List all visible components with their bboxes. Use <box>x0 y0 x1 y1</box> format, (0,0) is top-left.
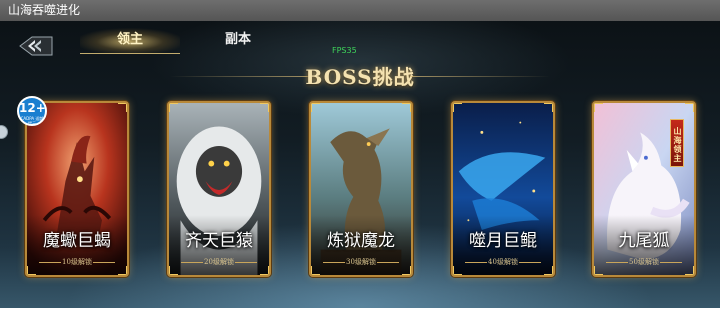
fps-counter: FPS35 <box>332 46 357 55</box>
frame-corner <box>169 266 178 275</box>
window-title: 山海吞噬进化 <box>0 0 720 21</box>
age-rating-caption: CADPA 适龄提示 <box>20 116 44 126</box>
boss-card-kun[interactable]: 噬月巨鲲 40级解锁 <box>451 101 555 277</box>
title-divider-right <box>410 76 550 77</box>
boss-name: 炼狱魔龙 <box>327 231 395 251</box>
frame-corner <box>402 266 411 275</box>
frame-corner <box>453 266 462 275</box>
frame-corner <box>169 103 178 112</box>
unlock-divider <box>235 262 257 263</box>
back-button[interactable] <box>18 35 54 57</box>
unlock-divider <box>377 262 399 263</box>
frame-corner <box>594 266 603 275</box>
tab-lord[interactable]: 领主 <box>80 28 180 54</box>
boss-name: 九尾狐 <box>618 231 670 251</box>
boss-card-dragon[interactable]: 炼狱魔龙 30级解锁 <box>309 101 413 277</box>
frame-corner <box>27 266 36 275</box>
boss-card-scorpion[interactable]: 魔蠍巨蝎 10级解锁 <box>25 101 129 277</box>
boss-name: 噬月巨鲲 <box>469 231 537 251</box>
frame-corner <box>685 103 694 112</box>
game-scene: 领主 副本 FPS35 BOSS挑战 12+ CADPA 适龄提示 魔蠍巨蝎 1… <box>0 21 720 322</box>
frame-corner <box>118 103 127 112</box>
frame-corner <box>544 103 553 112</box>
boss-card-ape[interactable]: 齐天巨猿 20级解锁 <box>167 101 271 277</box>
boss-name: 魔蠍巨蝎 <box>43 231 111 251</box>
boss-card-fox[interactable]: 山海领主 九尾狐 50级解锁 <box>592 101 696 277</box>
age-rating-number: 12+ <box>19 101 46 115</box>
frame-corner <box>685 266 694 275</box>
unlock-divider <box>660 262 682 263</box>
app-window: 山海吞噬进化 领主 副本 FPS35 BOSS挑战 12+ CADPA 适龄提示 <box>0 0 720 322</box>
frame-corner <box>311 103 320 112</box>
side-drawer-handle[interactable] <box>0 125 8 139</box>
age-rating-badge: 12+ CADPA 适龄提示 <box>17 96 47 126</box>
frame-corner <box>118 266 127 275</box>
boss-name: 齐天巨猿 <box>185 231 253 251</box>
unlock-divider <box>93 262 115 263</box>
frame-corner <box>260 266 269 275</box>
frame-corner <box>402 103 411 112</box>
frame-corner <box>594 103 603 112</box>
lord-tag: 山海领主 <box>670 119 684 167</box>
frame-corner <box>453 103 462 112</box>
frame-corner <box>311 266 320 275</box>
frame-corner <box>544 266 553 275</box>
tab-dungeon[interactable]: 副本 <box>188 28 288 54</box>
frame-corner <box>260 103 269 112</box>
unlock-divider <box>519 262 541 263</box>
